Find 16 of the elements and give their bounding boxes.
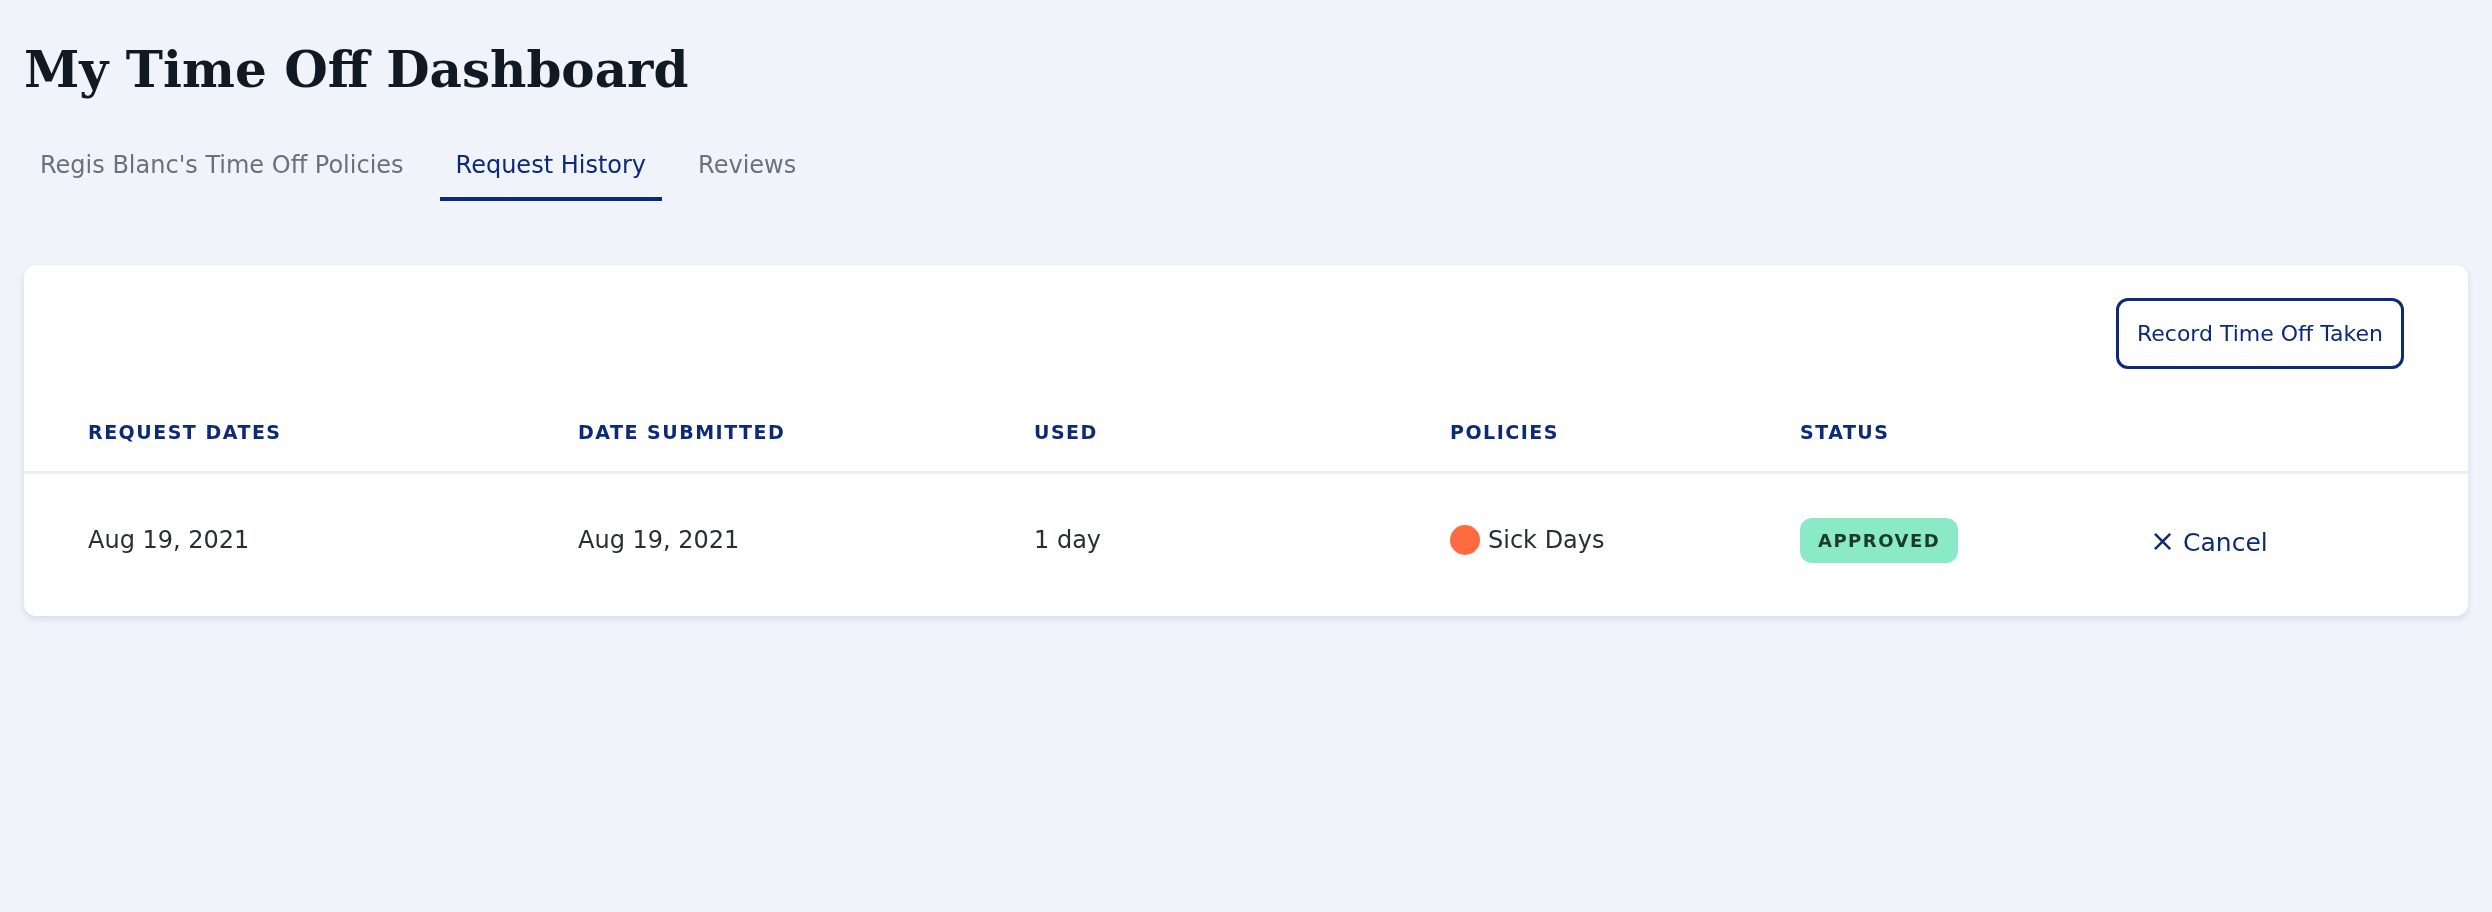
cancel-link[interactable]: × Cancel — [2146, 518, 2272, 562]
column-header: REQUEST DATES — [88, 421, 283, 443]
column-header: POLICIES — [1450, 421, 1560, 443]
column-header: STATUS — [1800, 421, 1891, 443]
column-header: DATE SUBMITTED — [578, 421, 787, 443]
tab[interactable]: Request History — [439, 139, 663, 201]
record-time-off-button[interactable]: Record Time Off Taken — [2115, 298, 2404, 369]
page-title: My Time Off Dashboard — [24, 40, 690, 99]
table-cell-text: Aug 19, 2021 — [578, 526, 741, 554]
column-header: USED — [1034, 421, 1099, 443]
tab[interactable]: Regis Blanc's Time Off Policies — [24, 139, 420, 201]
table-cell-text: Aug 19, 2021 — [88, 526, 251, 554]
status-badge: APPROVED — [1800, 517, 1959, 563]
tab[interactable]: Reviews — [682, 139, 813, 201]
policy-name: Sick Days — [1488, 526, 1605, 554]
table-cell-text: 1 day — [1034, 526, 1103, 554]
